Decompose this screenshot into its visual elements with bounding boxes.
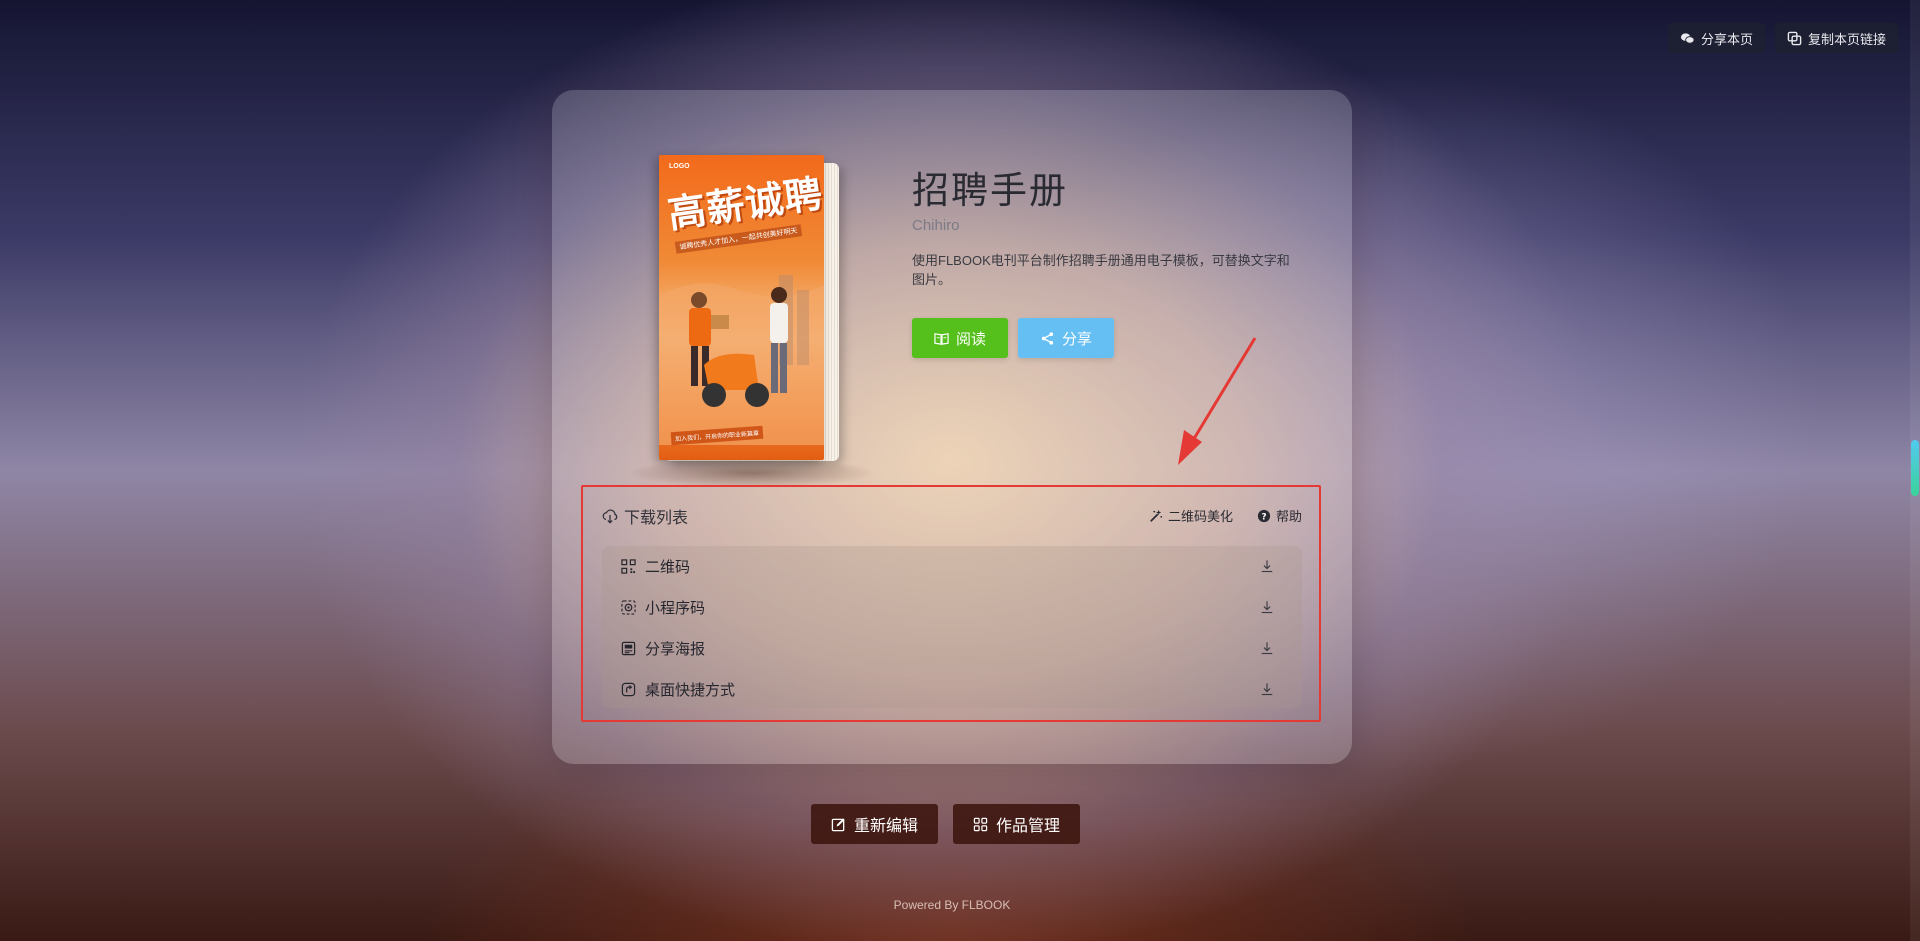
- scrollbar-thumb[interactable]: [1911, 440, 1919, 496]
- copy-icon: [1787, 31, 1802, 45]
- grid-icon: [973, 817, 988, 831]
- download-item-label: 小程序码: [645, 599, 706, 617]
- download-item-shortcut[interactable]: 桌面快捷方式: [602, 669, 1302, 709]
- download-icon[interactable]: [1260, 641, 1274, 655]
- poster-icon: [621, 641, 636, 655]
- red-arrow-annotation: [1178, 337, 1257, 465]
- re-edit-button[interactable]: 重新编辑: [811, 804, 938, 844]
- book-cover-image[interactable]: LOGO 高薪诚聘 诚聘优秀人才加入，一起共创美好明天 加入我们，开启你的职业新…: [627, 155, 877, 488]
- wechat-icon: [1680, 32, 1695, 44]
- book-open-icon: [934, 332, 949, 345]
- copy-link-label: 复制本页链接: [1807, 31, 1886, 47]
- download-item-miniprogram[interactable]: 小程序码: [602, 587, 1302, 627]
- share-page-label: 分享本页: [1700, 31, 1753, 47]
- download-heading-label: 下载列表: [624, 510, 689, 527]
- download-item-label: 分享海报: [645, 640, 706, 658]
- copy-link-button[interactable]: 复制本页链接: [1774, 23, 1898, 53]
- download-item-label: 桌面快捷方式: [645, 681, 736, 699]
- magic-wand-icon: [1150, 509, 1163, 522]
- book-author[interactable]: Chihiro: [912, 217, 960, 234]
- qr-beautify-label: 二维码美化: [1167, 509, 1233, 524]
- book-actions: 阅读 分享: [912, 318, 1114, 358]
- download-icon[interactable]: [1260, 600, 1274, 614]
- help-icon: ?: [1257, 509, 1271, 522]
- cover-logo: LOGO: [669, 163, 690, 170]
- help-link[interactable]: ? 帮助: [1257, 506, 1302, 525]
- bottom-actions: 重新编辑 作品管理: [811, 804, 1080, 844]
- share-button[interactable]: 分享: [1018, 318, 1114, 358]
- svg-text:?: ?: [1261, 512, 1266, 522]
- top-actions: 分享本页 复制本页链接: [1667, 23, 1898, 53]
- download-item-label: 二维码: [645, 558, 691, 576]
- qr-beautify-link[interactable]: 二维码美化: [1149, 506, 1233, 525]
- re-edit-label: 重新编辑: [853, 818, 918, 835]
- works-management-button[interactable]: 作品管理: [953, 804, 1080, 844]
- cloud-download-icon: [602, 509, 618, 524]
- download-icon[interactable]: [1260, 682, 1274, 696]
- read-label: 阅读: [955, 330, 986, 348]
- download-list: 二维码 小程序码 分享海报 桌面快捷方式: [602, 546, 1302, 708]
- qrcode-icon: [621, 558, 636, 574]
- works-management-label: 作品管理: [995, 818, 1060, 835]
- book-description: 使用FLBOOK电刊平台制作招聘手册通用电子模板，可替换文字和图片。: [912, 253, 1290, 287]
- book-title: 招聘手册: [912, 170, 1068, 211]
- share-icon: [1041, 331, 1054, 345]
- share-label: 分享: [1061, 330, 1092, 348]
- read-button[interactable]: 阅读: [912, 318, 1008, 358]
- share-page-button[interactable]: 分享本页: [1667, 23, 1765, 53]
- download-header-links: 二维码美化 ? 帮助: [1149, 506, 1302, 525]
- download-heading: 下载列表: [602, 504, 688, 528]
- powered-by-footer: Powered By FLBOOK: [893, 898, 1011, 912]
- help-label: 帮助: [1275, 509, 1302, 524]
- shortcut-icon: [621, 682, 636, 696]
- download-item-qrcode[interactable]: 二维码: [602, 546, 1302, 586]
- book-cover: LOGO 高薪诚聘 诚聘优秀人才加入，一起共创美好明天 加入我们，开启你的职业新…: [659, 155, 824, 460]
- cover-illustration: [659, 275, 824, 445]
- scrollbar[interactable]: [1910, 0, 1920, 941]
- edit-icon: [831, 817, 845, 831]
- book-shadow: [627, 458, 877, 488]
- miniprogram-code-icon: [621, 599, 636, 615]
- download-item-poster[interactable]: 分享海报: [602, 628, 1302, 668]
- download-icon[interactable]: [1260, 559, 1274, 573]
